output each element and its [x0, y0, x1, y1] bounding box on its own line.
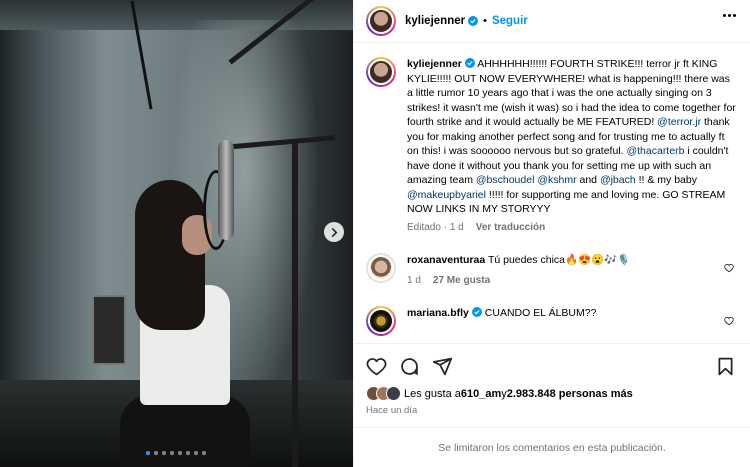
caption-avatar[interactable]	[366, 57, 396, 87]
singer-legs	[120, 395, 250, 467]
comment-time: 1 d	[407, 275, 421, 286]
comment-likes[interactable]: 27 Me gusta	[433, 275, 490, 286]
carousel-dot	[202, 451, 206, 455]
carousel-dot	[178, 451, 182, 455]
caption-text-segment: and	[576, 174, 600, 186]
carousel-dot	[186, 451, 190, 455]
comment-like-icon[interactable]	[724, 316, 734, 326]
comments-limited-notice: Se limitaron los comentarios en esta pub…	[354, 427, 750, 467]
comment-item: roxanaventuraa Tú puedes chica🔥😍😮🎶🎙️ 1 d…	[366, 253, 736, 288]
comment-avatar[interactable]	[366, 306, 396, 336]
caption-mention-link[interactable]: @kshmr	[537, 174, 576, 186]
carousel-dot	[170, 451, 174, 455]
liker-avatar	[386, 386, 401, 401]
verified-badge-icon	[464, 58, 475, 68]
likes-user[interactable]: 610_am	[461, 388, 501, 400]
posted-time: Hace un día	[366, 405, 418, 416]
translate-link[interactable]: Ver traducción	[476, 222, 545, 233]
author-avatar[interactable]	[366, 6, 396, 36]
caption-mention-link[interactable]: @terror.jr	[657, 116, 701, 128]
comment-text: Tú puedes chica🔥😍😮🎶🎙️	[487, 254, 631, 266]
more-options-icon[interactable]	[723, 14, 736, 17]
author-username[interactable]: kyliejenner	[405, 15, 465, 27]
likes-prefix: Les gusta a	[404, 387, 461, 400]
likes-count[interactable]: 2.983.848 personas más	[507, 388, 633, 400]
caption-mention-link[interactable]: @bschoudel	[476, 174, 535, 186]
caption-username[interactable]: kyliejenner	[407, 58, 462, 70]
mic-stand	[292, 140, 298, 467]
caption-text: kyliejenner AHHHHHH!!!!!! FOURTH STRIKE!…	[407, 57, 736, 235]
comment-item: mariana.bfly CUANDO EL ÁLBUM??	[366, 306, 736, 336]
caption-text-segment: !! & my baby	[635, 174, 697, 186]
carousel-dots	[146, 451, 206, 455]
edited-label: Editado	[407, 221, 441, 233]
caption-mention-link[interactable]: @thacarterb	[626, 145, 684, 157]
likes-summary: Les gusta a 610_am y 2.983.848 personas …	[366, 386, 736, 401]
microphone	[218, 140, 234, 240]
post-header: kyliejenner • Seguir	[354, 0, 750, 43]
verified-badge-icon	[468, 16, 479, 26]
comment-username[interactable]: mariana.bfly	[407, 307, 469, 319]
comment-text: CUANDO EL ÁLBUM??	[484, 307, 597, 319]
chevron-right-icon	[331, 227, 337, 237]
comment-bubble-icon[interactable]	[399, 356, 420, 377]
caption-body: AHHHHHH!!!!!! FOURTH STRIKE!!! terror jr…	[407, 58, 736, 215]
comment-username[interactable]: roxanaventuraa	[407, 254, 485, 266]
post-caption: kyliejenner AHHHHHH!!!!!! FOURTH STRIKE!…	[366, 57, 736, 235]
liker-avatars	[366, 386, 401, 401]
save-bookmark-icon[interactable]	[715, 356, 736, 377]
share-paper-plane-icon[interactable]	[432, 356, 453, 377]
carousel-dot	[146, 451, 150, 455]
comment-avatar[interactable]	[366, 253, 396, 283]
header-separator: •	[483, 15, 487, 27]
carousel-dot	[154, 451, 158, 455]
caption-mention-link[interactable]: @jbach	[600, 174, 636, 186]
follow-button[interactable]: Seguir	[492, 15, 528, 27]
post-image[interactable]	[0, 0, 353, 467]
comment-like-icon[interactable]	[724, 263, 734, 273]
post-actions: Les gusta a 610_am y 2.983.848 personas …	[354, 343, 750, 416]
carousel-next-button[interactable]	[324, 222, 344, 242]
carousel-dot	[194, 451, 198, 455]
like-heart-icon[interactable]	[366, 356, 387, 377]
carousel-dot	[162, 451, 166, 455]
caption-meta: Editado · 1 d Ver traducción	[407, 221, 546, 233]
singer-hair	[135, 180, 205, 330]
verified-badge-icon	[471, 307, 482, 317]
caption-time: 1 d	[449, 221, 464, 233]
caption-mention-link[interactable]: @makeupbyariel	[407, 189, 486, 201]
comments-scroll[interactable]: kyliejenner AHHHHHH!!!!!! FOURTH STRIKE!…	[354, 44, 750, 342]
post-side-panel: kyliejenner • Seguir kyliejenner AHHHHHH…	[353, 0, 750, 467]
equipment-rack	[92, 295, 126, 365]
